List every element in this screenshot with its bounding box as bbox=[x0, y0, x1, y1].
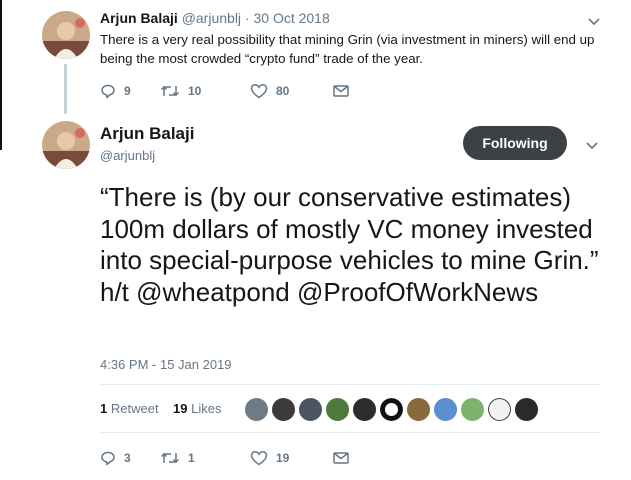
like-count: 80 bbox=[276, 84, 290, 98]
reply-button[interactable]: 3 bbox=[100, 450, 160, 466]
avatar[interactable] bbox=[271, 397, 296, 422]
window-edge bbox=[0, 0, 2, 150]
retweet-button[interactable]: 10 bbox=[160, 83, 250, 99]
like-button[interactable]: 80 bbox=[250, 83, 332, 99]
avatar[interactable] bbox=[433, 397, 458, 422]
envelope-icon bbox=[333, 85, 349, 97]
avatar[interactable] bbox=[379, 397, 404, 422]
dm-button[interactable] bbox=[332, 83, 350, 99]
dm-button[interactable] bbox=[332, 450, 350, 466]
tweet-text: “There is (by our conservative estimates… bbox=[100, 182, 599, 307]
retweet-count: 1 bbox=[188, 451, 195, 465]
retweet-icon bbox=[160, 452, 180, 464]
author-handle[interactable]: @arjunblj bbox=[100, 148, 155, 163]
reply-button[interactable]: 9 bbox=[100, 83, 160, 99]
reply-icon bbox=[101, 84, 115, 99]
avatar[interactable] bbox=[406, 397, 431, 422]
avatar[interactable] bbox=[42, 11, 90, 59]
tweet-actions: 9 10 80 bbox=[100, 81, 350, 101]
retweet-icon bbox=[160, 85, 180, 97]
avatar[interactable] bbox=[352, 397, 377, 422]
reply-count: 3 bbox=[124, 451, 131, 465]
thread-connector bbox=[64, 64, 67, 114]
divider bbox=[100, 384, 600, 385]
chevron-down-icon[interactable] bbox=[584, 137, 600, 153]
author-name[interactable]: Arjun Balaji bbox=[100, 10, 178, 26]
heart-icon bbox=[250, 451, 268, 466]
like-count: 19 bbox=[276, 451, 290, 465]
author-name[interactable]: Arjun Balaji bbox=[100, 124, 194, 144]
retweet-button[interactable]: 1 bbox=[160, 450, 250, 466]
tweet-text: There is a very real possibility that mi… bbox=[100, 32, 595, 66]
avatar[interactable] bbox=[514, 397, 539, 422]
retweet-count: 10 bbox=[188, 84, 202, 98]
reply-count: 9 bbox=[124, 84, 131, 98]
avatar[interactable] bbox=[325, 397, 350, 422]
tweet-stats: 1 Retweet 19 Likes bbox=[100, 401, 221, 416]
author-meta[interactable]: @arjunblj · 30 Oct 2018 bbox=[182, 10, 330, 26]
retweet-stat[interactable]: 1 Retweet bbox=[100, 401, 159, 416]
like-button[interactable]: 19 bbox=[250, 450, 332, 466]
tweet-header: Arjun Balaji @arjunblj · 30 Oct 2018 bbox=[100, 10, 330, 26]
avatar[interactable] bbox=[460, 397, 485, 422]
tweet-actions: 3 1 19 bbox=[100, 448, 350, 468]
liker-avatars bbox=[244, 397, 541, 422]
avatar[interactable] bbox=[487, 397, 512, 422]
avatar[interactable] bbox=[42, 121, 90, 169]
heart-icon bbox=[250, 84, 268, 99]
like-stat[interactable]: 19 Likes bbox=[173, 401, 221, 416]
avatar[interactable] bbox=[298, 397, 323, 422]
avatar[interactable] bbox=[244, 397, 269, 422]
following-button[interactable]: Following bbox=[463, 126, 567, 160]
reply-icon bbox=[101, 451, 115, 466]
chevron-down-icon[interactable] bbox=[586, 13, 602, 29]
divider bbox=[100, 432, 600, 433]
tweet-timestamp[interactable]: 4:36 PM - 15 Jan 2019 bbox=[100, 357, 232, 372]
envelope-icon bbox=[333, 452, 349, 464]
